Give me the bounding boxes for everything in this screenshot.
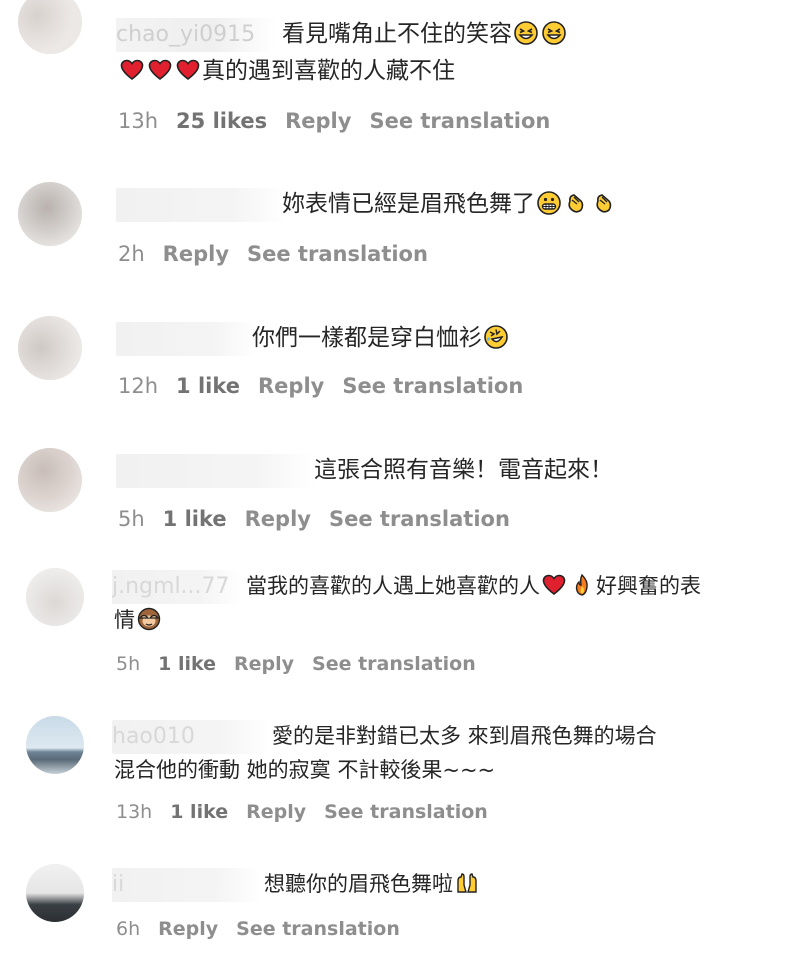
comment-meta: 13h 25 likes Reply See translation (118, 107, 568, 135)
username[interactable]: ii (112, 868, 262, 902)
likes-count[interactable]: 1 like (163, 505, 227, 533)
reply-button[interactable]: Reply (163, 240, 229, 268)
avatar[interactable] (18, 316, 82, 380)
comment-text-line: 你們一樣都是穿白恤衫 (252, 325, 482, 351)
comment-text: 情 (114, 604, 163, 636)
comment-text-line: 妳表情已經是眉飛色舞了 (282, 191, 535, 217)
fire-icon (570, 573, 594, 597)
rolling-on-the-floor-laughing-icon (484, 325, 508, 349)
red-heart-icon (176, 58, 200, 82)
avatar[interactable] (26, 716, 84, 774)
grimacing-face-icon (537, 191, 561, 215)
comment-text-line: 情 (114, 608, 135, 632)
comment-text: 當我的喜歡的人遇上她喜歡的人 好興奮的表 (246, 570, 701, 602)
grinning-squinting-face-icon (514, 21, 538, 45)
comment-text-line: 好興奮的表 (596, 574, 701, 598)
comment-text-line: 混合他的衝動 她的寂寞 不計較後果~~~ (114, 758, 496, 782)
avatar[interactable] (26, 568, 84, 626)
reply-button[interactable]: Reply (245, 505, 311, 533)
likes-count[interactable]: 1 like (158, 650, 216, 678)
comment-text-line: 看見嘴角止不住的笑容 (282, 21, 512, 47)
raising-hands-icon (455, 871, 479, 895)
see-translation-link[interactable]: See translation (369, 107, 550, 135)
red-heart-icon (120, 58, 144, 82)
see-translation-link[interactable]: See translation (236, 915, 400, 943)
comment-time: 2h (118, 242, 145, 266)
comment-text: 真的遇到喜歡的人藏不住 (118, 55, 455, 87)
comment-time: 6h (116, 918, 141, 940)
username[interactable]: j.ngml...77 (112, 570, 242, 604)
comment-meta: 5h 1 like Reply See translation (118, 505, 528, 533)
comment-text-line: 當我的喜歡的人遇上她喜歡的人 (246, 574, 540, 598)
comment-meta: 5h 1 like Reply See translation (116, 650, 494, 678)
reply-button[interactable]: Reply (285, 107, 351, 135)
comment-meta: 12h 1 like Reply See translation (118, 372, 541, 400)
see-translation-link[interactable]: See translation (329, 505, 510, 533)
comment-time: 13h (118, 109, 159, 133)
comment-meta: 6h Reply See translation (116, 915, 418, 943)
red-heart-icon (148, 58, 172, 82)
reply-button[interactable]: Reply (246, 798, 306, 826)
comment-meta: 13h 1 like Reply See translation (116, 798, 506, 826)
username[interactable]: chao_yi0915 (116, 18, 276, 52)
see-no-evil-monkey-icon (137, 607, 161, 631)
clapping-hands-icon (565, 191, 589, 215)
see-translation-link[interactable]: See translation (324, 798, 488, 826)
likes-count[interactable]: 1 like (176, 372, 240, 400)
comment-time: 5h (116, 653, 141, 675)
comment-text: 混合他的衝動 她的寂寞 不計較後果~~~ (114, 754, 495, 786)
see-translation-link[interactable]: See translation (342, 372, 523, 400)
comment-text: 這張合照有音樂！電音起來！ (314, 454, 613, 486)
comment-text: 妳表情已經是眉飛色舞了 (282, 188, 619, 220)
grinning-squinting-face-icon (542, 21, 566, 45)
avatar[interactable] (26, 864, 84, 922)
likes-count[interactable]: 1 like (170, 798, 228, 826)
see-translation-link[interactable]: See translation (247, 240, 428, 268)
reply-button[interactable]: Reply (258, 372, 324, 400)
comment-time: 12h (118, 374, 159, 398)
comment-text: 你們一樣都是穿白恤衫 (252, 322, 510, 354)
avatar[interactable] (18, 0, 82, 54)
red-heart-icon (542, 573, 566, 597)
avatar[interactable] (18, 182, 82, 246)
comment-text: 想聽你的眉飛色舞啦 (264, 868, 481, 900)
comment-text: 看見嘴角止不住的笑容 (282, 18, 568, 50)
username[interactable] (116, 188, 286, 222)
comment-time: 13h (116, 801, 153, 823)
comment-text-line: 真的遇到喜歡的人藏不住 (202, 58, 455, 84)
comment-text-line: 這張合照有音樂！電音起來！ (314, 457, 613, 483)
reply-button[interactable]: Reply (234, 650, 294, 678)
clapping-hands-icon (593, 191, 617, 215)
see-translation-link[interactable]: See translation (312, 650, 476, 678)
comment-meta: 2h Reply See translation (118, 240, 446, 268)
comment-text-line: 想聽你的眉飛色舞啦 (264, 872, 453, 896)
comment-time: 5h (118, 507, 145, 531)
reply-button[interactable]: Reply (158, 915, 218, 943)
likes-count[interactable]: 25 likes (176, 107, 267, 135)
username[interactable]: hao010 (112, 720, 270, 754)
username[interactable] (116, 322, 256, 356)
avatar[interactable] (18, 448, 82, 512)
comment-text: 愛的是非對錯已太多 來到眉飛色舞的場合 (272, 720, 657, 752)
comment-text-line: 愛的是非對錯已太多 來到眉飛色舞的場合 (272, 724, 657, 748)
username[interactable] (116, 454, 316, 488)
